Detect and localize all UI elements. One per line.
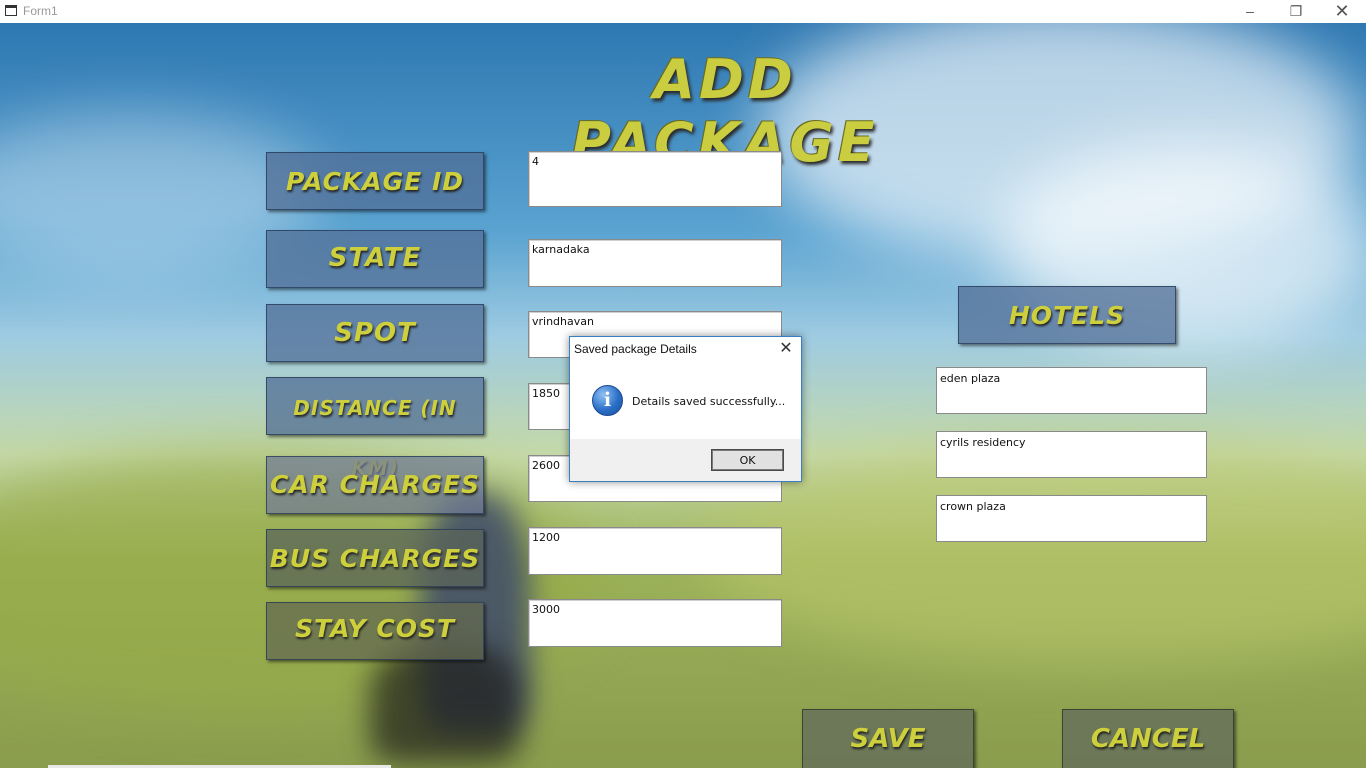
label-distance: DISTANCE (IN KM) [266, 377, 484, 480]
label-package-id: PACKAGE ID [266, 152, 484, 210]
hotel-field-1[interactable]: eden plaza [936, 367, 1207, 414]
label-hotels: HOTELS [958, 286, 1176, 344]
dialog-close-button[interactable]: ✕ [776, 340, 796, 358]
state-field[interactable]: karnadaka [528, 239, 782, 287]
bus-charges-field[interactable]: 1200 [528, 527, 782, 575]
label-text: STATE [328, 243, 422, 273]
info-icon: i [592, 385, 623, 416]
cancel-button[interactable]: CANCEL [1062, 709, 1234, 768]
label-state: STATE [266, 230, 484, 288]
dialog-message: Details saved successfully... [632, 395, 786, 408]
window-title: Form1 [23, 4, 58, 18]
restore-button[interactable]: ❐ [1273, 0, 1319, 23]
stay-cost-field[interactable]: 3000 [528, 599, 782, 647]
close-window-button[interactable]: ✕ [1319, 0, 1365, 23]
hotel-field-2[interactable]: cyrils residency [936, 431, 1207, 478]
ok-button[interactable]: OK [711, 449, 784, 471]
label-text: STAY COST [294, 614, 456, 643]
label-text: BUS CHARGES [269, 544, 481, 573]
label-spot: SPOT [266, 304, 484, 362]
label-text: SPOT [334, 318, 416, 348]
message-dialog: Saved package Details ✕ i Details saved … [569, 336, 802, 482]
minimize-button[interactable]: – [1227, 0, 1273, 23]
label-text: PACKAGE ID [285, 167, 465, 196]
window-title-bar: Form1 – ❐ ✕ [0, 0, 1366, 24]
label-text: CAR CHARGES [269, 470, 481, 499]
dialog-title: Saved package Details [574, 342, 697, 356]
label-car-charges: CAR CHARGES [266, 456, 484, 514]
label-text: HOTELS [1008, 301, 1126, 330]
hotel-field-3[interactable]: crown plaza [936, 495, 1207, 542]
label-bus-charges: BUS CHARGES [266, 529, 484, 587]
package-id-field[interactable]: 4 [528, 151, 782, 207]
dialog-footer: OK [570, 439, 801, 481]
label-stay-cost: STAY COST [266, 602, 484, 660]
app-icon [5, 5, 17, 16]
save-button[interactable]: SAVE [802, 709, 974, 768]
